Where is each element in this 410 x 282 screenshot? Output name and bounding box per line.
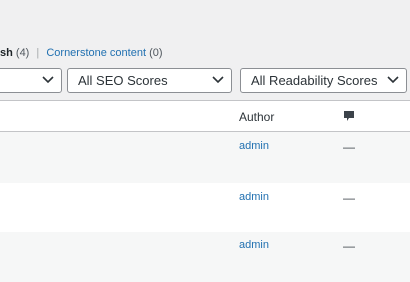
comments-count: —	[343, 239, 355, 253]
chevron-down-icon	[42, 76, 54, 84]
author-link[interactable]: admin	[239, 191, 269, 203]
author-link[interactable]: admin	[239, 140, 269, 152]
readability-score-filter-value: All Readability Scores	[251, 73, 378, 88]
posts-table: Author admin — admin — admin —	[0, 100, 410, 282]
author-column-header: Author	[239, 110, 275, 124]
comments-count: —	[343, 191, 355, 205]
seo-score-filter-value: All SEO Scores	[78, 73, 168, 88]
table-row: admin —	[0, 232, 410, 282]
comment-bubble-icon[interactable]	[343, 110, 355, 122]
cornerstone-count: (0)	[149, 47, 163, 59]
trash-view-link[interactable]: sh	[0, 47, 13, 59]
table-row: admin —	[0, 132, 410, 183]
table-header: Author	[0, 101, 410, 132]
chevron-down-icon	[387, 76, 399, 84]
date-filter-select[interactable]	[0, 68, 62, 93]
readability-score-filter-select[interactable]: All Readability Scores	[240, 68, 407, 93]
trash-count: (4)	[15, 47, 30, 59]
post-status-views: sh (4) | Cornerstone content (0)	[0, 46, 163, 60]
author-link[interactable]: admin	[239, 239, 269, 251]
comments-count: —	[343, 140, 355, 154]
seo-score-filter-select[interactable]: All SEO Scores	[67, 68, 232, 93]
table-row: admin —	[0, 183, 410, 232]
chevron-down-icon	[212, 76, 224, 84]
cornerstone-content-link[interactable]: Cornerstone content	[46, 47, 146, 59]
views-separator: |	[36, 47, 40, 59]
